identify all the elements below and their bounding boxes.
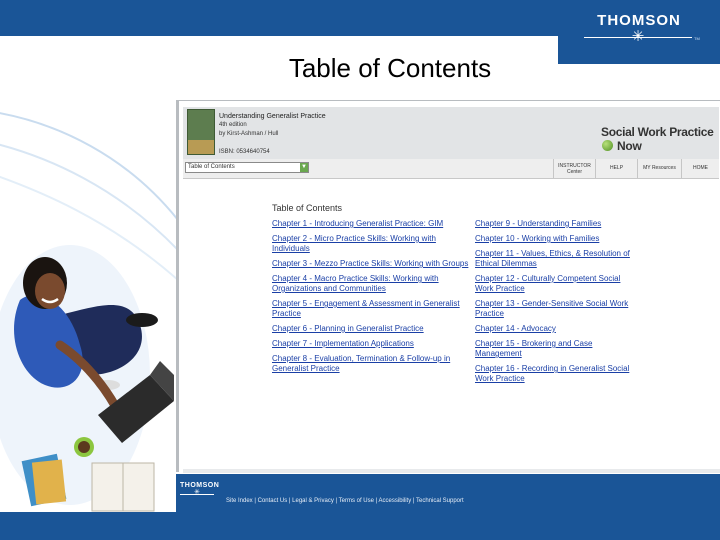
app-footer: THOMSON ✳ Site Index | Contact Us | Lega…	[176, 474, 720, 512]
star-icon: ✳	[631, 28, 645, 45]
instructor-sublabel: Center	[566, 169, 582, 175]
chapter-select[interactable]: Table of Contents ▼	[185, 162, 309, 173]
instructor-center-button[interactable]: INSTRUCTOR Center	[553, 159, 595, 178]
home-button[interactable]: HOME	[681, 159, 719, 178]
globe-icon	[602, 140, 613, 151]
toc-link-chapter-16[interactable]: Chapter 16 - Recording in Generalist Soc…	[475, 364, 635, 384]
toc-heading: Table of Contents	[272, 203, 343, 213]
thomson-logo: THOMSON ✳ TM	[558, 0, 720, 64]
footer-links[interactable]: Site Index | Contact Us | Legal & Privac…	[226, 498, 464, 504]
toc-link-chapter-2[interactable]: Chapter 2 - Micro Practice Skills: Worki…	[272, 234, 470, 254]
book-cover	[187, 109, 215, 155]
my-resources-button[interactable]: MY Resources	[637, 159, 681, 178]
product-name-suffix: Now	[617, 139, 642, 153]
help-button[interactable]: HELP	[595, 159, 637, 178]
app-window: Understanding Generalist Practice 4th ed…	[176, 100, 720, 473]
app-header: Understanding Generalist Practice 4th ed…	[183, 107, 719, 159]
toc-link-chapter-1[interactable]: Chapter 1 - Introducing Generalist Pract…	[272, 219, 470, 229]
book-isbn: ISBN: 0534640754	[219, 149, 270, 155]
toc-link-chapter-15[interactable]: Chapter 15 - Brokering and Case Manageme…	[475, 339, 635, 359]
logo-trademark: TM	[694, 36, 700, 41]
toc-left-column: Chapter 1 - Introducing Generalist Pract…	[272, 219, 470, 379]
logo-text: THOMSON	[597, 12, 681, 29]
product-name: Social Work Practice	[601, 125, 714, 139]
toc-right-column: Chapter 9 - Understanding Families Chapt…	[475, 219, 635, 389]
book-edition: 4th edition	[219, 122, 247, 128]
slide-title: Table of Contents	[288, 53, 492, 83]
bottom-band	[0, 512, 720, 540]
book-author: by Kirst-Ashman / Hull	[219, 131, 279, 137]
toc-link-chapter-6[interactable]: Chapter 6 - Planning in Generalist Pract…	[272, 324, 470, 334]
chapter-select-value: Table of Contents	[188, 164, 235, 170]
app-bottom-edge	[183, 469, 720, 473]
toc-link-chapter-11[interactable]: Chapter 11 - Values, Ethics, & Resolutio…	[475, 249, 635, 269]
toc-link-chapter-5[interactable]: Chapter 5 - Engagement & Assessment in G…	[272, 299, 470, 319]
toc-link-chapter-9[interactable]: Chapter 9 - Understanding Families	[475, 219, 635, 229]
app-toolbar: Table of Contents ▼ INSTRUCTOR Center HE…	[183, 159, 719, 179]
toc-link-chapter-7[interactable]: Chapter 7 - Implementation Applications	[272, 339, 470, 349]
toc-link-chapter-10[interactable]: Chapter 10 - Working with Families	[475, 234, 635, 244]
product-logo: Social Work Practice Now	[601, 125, 719, 153]
toc-link-chapter-13[interactable]: Chapter 13 - Gender-Sensitive Social Wor…	[475, 299, 635, 319]
toc-link-chapter-12[interactable]: Chapter 12 - Culturally Competent Social…	[475, 274, 635, 294]
star-icon: ✳	[194, 489, 200, 496]
book-title: Understanding Generalist Practice	[219, 113, 326, 120]
book-cover-strip	[188, 140, 214, 154]
toc-link-chapter-3[interactable]: Chapter 3 - Mezzo Practice Skills: Worki…	[272, 259, 470, 269]
toc-link-chapter-8[interactable]: Chapter 8 - Evaluation, Termination & Fo…	[272, 354, 470, 374]
toc-link-chapter-14[interactable]: Chapter 14 - Advocacy	[475, 324, 635, 334]
toc-link-chapter-4[interactable]: Chapter 4 - Macro Practice Skills: Worki…	[272, 274, 470, 294]
student-photo	[0, 245, 174, 512]
chevron-down-icon[interactable]: ▼	[300, 163, 308, 172]
